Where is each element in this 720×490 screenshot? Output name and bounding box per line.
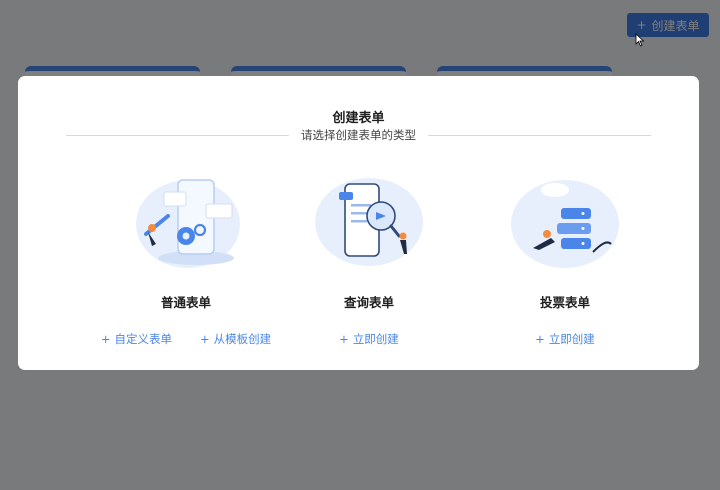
- option-title: 投票表单: [539, 295, 590, 310]
- plus-icon: +: [100, 332, 111, 346]
- dialog-subtitle-row: 请选择创建表单的类型: [66, 127, 651, 143]
- option-vote-form: 投票表单 + 立即创建: [455, 172, 675, 347]
- link-label: 立即创建: [548, 332, 595, 346]
- option-query-form: 查询表单 + 立即创建: [259, 172, 479, 347]
- plus-icon: +: [339, 332, 349, 346]
- dialog-subtitle: 请选择创建表单的类型: [301, 128, 416, 142]
- plus-icon: +: [200, 332, 210, 346]
- option-title: 查询表单: [343, 295, 394, 310]
- phone-search-illustration: [315, 178, 423, 266]
- link-label: 立即创建: [352, 332, 399, 346]
- create-now-link[interactable]: + 立即创建: [535, 331, 595, 347]
- option-links: + 立即创建: [455, 331, 675, 347]
- server-stack-illustration: [511, 180, 619, 268]
- dialog-title: 创建表单: [332, 111, 385, 126]
- create-now-link[interactable]: + 立即创建: [339, 331, 399, 347]
- mouse-cursor-icon: [635, 33, 645, 47]
- link-label: 自定义表单: [114, 332, 173, 346]
- plus-icon: +: [535, 332, 545, 346]
- gears-phone-illustration: [136, 179, 240, 268]
- create-form-dialog: 创建表单 请选择创建表单的类型 普通表单 + 自定义表单 + 从模板创建 查询表…: [18, 76, 699, 370]
- option-links: + 立即创建: [259, 331, 479, 347]
- divider-line: [428, 134, 651, 136]
- divider-line: [66, 134, 289, 136]
- custom-form-link[interactable]: + 自定义表单: [101, 331, 172, 347]
